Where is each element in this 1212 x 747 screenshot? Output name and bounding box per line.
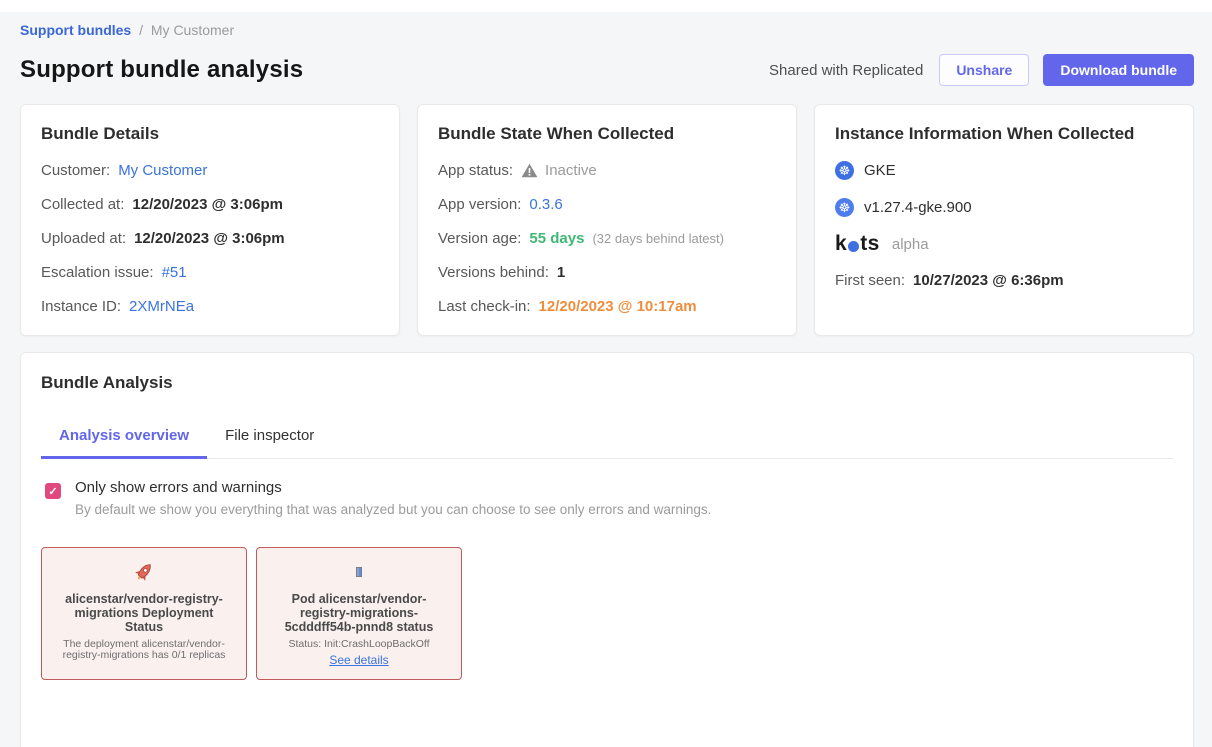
- bundle-details-card: Bundle Details Customer: My Customer Col…: [20, 104, 400, 336]
- instance-info-card: Instance Information When Collected ☸ GK…: [814, 104, 1194, 336]
- analysis-tabs: Analysis overview File inspector: [41, 419, 1173, 459]
- tab-file-inspector[interactable]: File inspector: [207, 419, 332, 458]
- instance-id-link[interactable]: 2XMrNEa: [129, 298, 194, 315]
- error-card-title: Pod alicenstar/vendor-registry-migration…: [265, 592, 453, 634]
- uploaded-at-label: Uploaded at:: [41, 230, 126, 247]
- customer-link[interactable]: My Customer: [118, 162, 207, 179]
- pod-status-error-card[interactable]: Pod alicenstar/vendor-registry-migration…: [256, 547, 462, 680]
- page-title: Support bundle analysis: [20, 56, 303, 84]
- app-status-value: Inactive: [545, 162, 597, 179]
- header-actions: Shared with Replicated Unshare Download …: [769, 54, 1194, 86]
- uploaded-at-row: Uploaded at: 12/20/2023 @ 3:06pm: [41, 228, 379, 248]
- support-bundle-page: Support bundles / My Customer Support bu…: [0, 12, 1212, 747]
- error-card-title: alicenstar/vendor-registry-migrations De…: [50, 592, 238, 634]
- versions-behind-row: Versions behind: 1: [438, 262, 776, 282]
- app-version-label: App version:: [438, 196, 521, 213]
- versions-behind-value: 1: [557, 264, 565, 281]
- kots-row: kts alpha: [835, 234, 1173, 254]
- instance-id-label: Instance ID:: [41, 298, 121, 315]
- first-seen-value: 10/27/2023 @ 6:36pm: [913, 272, 1064, 289]
- instance-id-row: Instance ID: 2XMrNEa: [41, 296, 379, 316]
- breadcrumb-support-bundles-link[interactable]: Support bundles: [20, 22, 131, 38]
- version-age-note: (32 days behind latest): [592, 231, 724, 246]
- bundle-state-card: Bundle State When Collected App status: …: [417, 104, 797, 336]
- filter-label[interactable]: Only show errors and warnings: [75, 479, 711, 496]
- filter-description: By default we show you everything that w…: [75, 502, 711, 517]
- see-details-link[interactable]: See details: [329, 653, 388, 667]
- page-header: Support bundle analysis Shared with Repl…: [20, 54, 1194, 86]
- collected-at-value: 12/20/2023 @ 3:06pm: [132, 196, 283, 213]
- analysis-results-row: alicenstar/vendor-registry-migrations De…: [41, 547, 1173, 680]
- collected-at-label: Collected at:: [41, 196, 124, 213]
- tab-analysis-overview[interactable]: Analysis overview: [41, 419, 207, 459]
- bundle-analysis-title: Bundle Analysis: [41, 373, 1173, 393]
- download-bundle-button[interactable]: Download bundle: [1043, 54, 1194, 86]
- kubernetes-icon: ☸: [835, 161, 854, 180]
- shared-status-text: Shared with Replicated: [769, 62, 923, 79]
- first-seen-row: First seen: 10/27/2023 @ 6:36pm: [835, 270, 1173, 290]
- filter-text-block: Only show errors and warnings By default…: [75, 479, 711, 517]
- k8s-version-row: ☸ v1.27.4-gke.900: [835, 197, 1173, 217]
- app-version-row: App version: 0.3.6: [438, 194, 776, 214]
- kubernetes-version-icon: ☸: [835, 198, 854, 217]
- last-checkin-value: 12/20/2023 @ 10:17am: [539, 298, 697, 315]
- escalation-issue-label: Escalation issue:: [41, 264, 154, 281]
- kots-logo: kts: [835, 232, 880, 256]
- bundle-state-title: Bundle State When Collected: [438, 124, 776, 144]
- app-status-row: App status: Inactive: [438, 160, 776, 180]
- deployment-status-error-card[interactable]: alicenstar/vendor-registry-migrations De…: [41, 547, 247, 680]
- kots-version-tag: alpha: [892, 236, 929, 253]
- errors-warnings-filter: Only show errors and warnings By default…: [41, 479, 1173, 517]
- distribution-value: GKE: [864, 162, 896, 179]
- breadcrumb-separator: /: [139, 22, 143, 38]
- app-version-link[interactable]: 0.3.6: [529, 196, 562, 213]
- customer-label: Customer:: [41, 162, 110, 179]
- uploaded-at-value: 12/20/2023 @ 3:06pm: [134, 230, 285, 247]
- breadcrumb-current: My Customer: [151, 22, 234, 38]
- kots-logo-o-dot: [848, 241, 859, 252]
- unshare-button[interactable]: Unshare: [939, 54, 1029, 86]
- collected-at-row: Collected at: 12/20/2023 @ 3:06pm: [41, 194, 379, 214]
- escalation-issue-row: Escalation issue: #51: [41, 262, 379, 282]
- error-card-description: The deployment alicenstar/vendor-registr…: [50, 639, 238, 661]
- version-age-label: Version age:: [438, 230, 521, 247]
- last-checkin-row: Last check-in: 12/20/2023 @ 10:17am: [438, 296, 776, 316]
- rocket-icon: [50, 560, 238, 584]
- info-cards-row: Bundle Details Customer: My Customer Col…: [20, 104, 1194, 336]
- distribution-row: ☸ GKE: [835, 160, 1173, 180]
- only-errors-checkbox[interactable]: [45, 483, 61, 499]
- version-age-row: Version age: 55 days (32 days behind lat…: [438, 228, 776, 248]
- app-status-label: App status:: [438, 162, 513, 179]
- customer-row: Customer: My Customer: [41, 160, 379, 180]
- breadcrumb: Support bundles / My Customer: [20, 22, 1194, 38]
- last-checkin-label: Last check-in:: [438, 298, 531, 315]
- k8s-version-value: v1.27.4-gke.900: [864, 199, 972, 216]
- warning-triangle-icon: [521, 163, 538, 178]
- instance-info-title: Instance Information When Collected: [835, 124, 1173, 144]
- versions-behind-label: Versions behind:: [438, 264, 549, 281]
- top-nav-strip: [0, 0, 1212, 12]
- first-seen-label: First seen:: [835, 272, 905, 289]
- escalation-issue-link[interactable]: #51: [162, 264, 187, 281]
- bundle-analysis-card: Bundle Analysis Analysis overview File i…: [20, 352, 1194, 747]
- broken-image-icon: [265, 560, 453, 584]
- bundle-details-title: Bundle Details: [41, 124, 379, 144]
- version-age-value: 55 days: [529, 230, 584, 247]
- error-card-description: Status: Init:CrashLoopBackOff: [265, 639, 453, 650]
